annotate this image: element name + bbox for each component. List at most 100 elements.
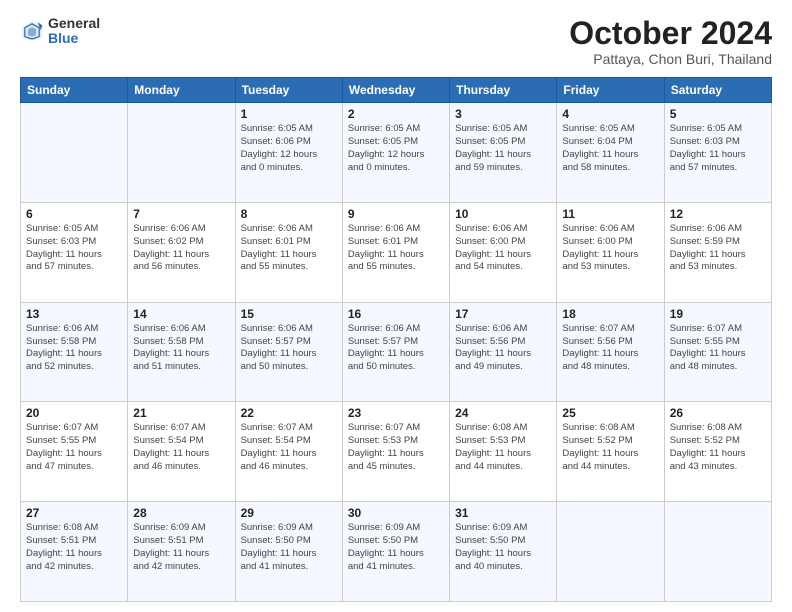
- title-location: Pattaya, Chon Buri, Thailand: [569, 51, 772, 67]
- day-info: Sunrise: 6:06 AM Sunset: 5:57 PM Dayligh…: [348, 323, 444, 374]
- day-info: Sunrise: 6:06 AM Sunset: 5:58 PM Dayligh…: [133, 323, 229, 374]
- day-number: 24: [455, 406, 551, 420]
- day-info: Sunrise: 6:07 AM Sunset: 5:54 PM Dayligh…: [241, 422, 337, 473]
- page: General Blue October 2024 Pattaya, Chon …: [0, 0, 792, 612]
- logo-icon: [20, 19, 44, 43]
- day-cell-3-1: 13Sunrise: 6:06 AM Sunset: 5:58 PM Dayli…: [21, 302, 128, 402]
- col-thursday: Thursday: [450, 78, 557, 103]
- day-cell-4-3: 22 Sunrise: 6:07 AM Sunset: 5:54 PM Dayli…: [235, 402, 342, 502]
- day-number: 17: [455, 307, 551, 321]
- day-number: 7: [133, 207, 229, 221]
- day-info: Sunrise: 6:05 AM Sunset: 6:03 PM Dayligh…: [670, 123, 766, 174]
- day-info: Sunrise: 6:07 AM Sunset: 5:55 PM Dayligh…: [670, 323, 766, 374]
- day-number: 11: [562, 207, 658, 221]
- day-cell-3-7: 19 Sunrise: 6:07 AM Sunset: 5:55 PM Dayli…: [664, 302, 771, 402]
- day-cell-5-1: 27 Sunrise: 6:08 AM Sunset: 5:51 PM Dayli…: [21, 502, 128, 602]
- day-cell-2-6: 11Sunrise: 6:06 AM Sunset: 6:00 PM Dayli…: [557, 202, 664, 302]
- day-info: Sunrise: 6:06 AM Sunset: 5:57 PM Dayligh…: [241, 323, 337, 374]
- col-friday: Friday: [557, 78, 664, 103]
- day-number: 12: [670, 207, 766, 221]
- day-cell-2-4: 9Sunrise: 6:06 AM Sunset: 6:01 PM Daylig…: [342, 202, 449, 302]
- day-number: 5: [670, 107, 766, 121]
- day-cell-3-3: 15 Sunrise: 6:06 AM Sunset: 5:57 PM Dayli…: [235, 302, 342, 402]
- day-info: Sunrise: 6:05 AM Sunset: 6:04 PM Dayligh…: [562, 123, 658, 174]
- logo-general-text: General: [48, 16, 100, 31]
- day-info: Sunrise: 6:05 AM Sunset: 6:05 PM Dayligh…: [348, 123, 444, 174]
- day-info: Sunrise: 6:09 AM Sunset: 5:50 PM Dayligh…: [241, 522, 337, 573]
- day-info: Sunrise: 6:07 AM Sunset: 5:53 PM Dayligh…: [348, 422, 444, 473]
- logo: General Blue: [20, 16, 100, 47]
- day-number: 30: [348, 506, 444, 520]
- day-info: Sunrise: 6:06 AM Sunset: 6:01 PM Dayligh…: [348, 223, 444, 274]
- day-number: 22: [241, 406, 337, 420]
- day-cell-3-4: 16 Sunrise: 6:06 AM Sunset: 5:57 PM Dayli…: [342, 302, 449, 402]
- header: General Blue October 2024 Pattaya, Chon …: [20, 16, 772, 67]
- day-number: 28: [133, 506, 229, 520]
- day-info: Sunrise: 6:07 AM Sunset: 5:54 PM Dayligh…: [133, 422, 229, 473]
- day-info: Sunrise: 6:07 AM Sunset: 5:56 PM Dayligh…: [562, 323, 658, 374]
- day-number: 2: [348, 107, 444, 121]
- day-info: Sunrise: 6:05 AM Sunset: 6:06 PM Dayligh…: [241, 123, 337, 174]
- col-wednesday: Wednesday: [342, 78, 449, 103]
- day-info: Sunrise: 6:05 AM Sunset: 6:05 PM Dayligh…: [455, 123, 551, 174]
- day-cell-5-6: [557, 502, 664, 602]
- logo-blue-text: Blue: [48, 31, 100, 46]
- col-saturday: Saturday: [664, 78, 771, 103]
- day-cell-1-7: 5 Sunrise: 6:05 AM Sunset: 6:03 PM Daylig…: [664, 103, 771, 203]
- day-info: Sunrise: 6:09 AM Sunset: 5:50 PM Dayligh…: [348, 522, 444, 573]
- day-number: 1: [241, 107, 337, 121]
- day-info: Sunrise: 6:07 AM Sunset: 5:55 PM Dayligh…: [26, 422, 122, 473]
- day-cell-2-1: 6Sunrise: 6:05 AM Sunset: 6:03 PM Daylig…: [21, 202, 128, 302]
- day-number: 3: [455, 107, 551, 121]
- logo-text: General Blue: [48, 16, 100, 47]
- title-block: October 2024 Pattaya, Chon Buri, Thailan…: [569, 16, 772, 67]
- day-number: 25: [562, 406, 658, 420]
- day-cell-3-5: 17 Sunrise: 6:06 AM Sunset: 5:56 PM Dayli…: [450, 302, 557, 402]
- day-cell-1-5: 3 Sunrise: 6:05 AM Sunset: 6:05 PM Daylig…: [450, 103, 557, 203]
- day-info: Sunrise: 6:08 AM Sunset: 5:52 PM Dayligh…: [562, 422, 658, 473]
- day-cell-2-7: 12 Sunrise: 6:06 AM Sunset: 5:59 PM Dayli…: [664, 202, 771, 302]
- day-info: Sunrise: 6:08 AM Sunset: 5:51 PM Dayligh…: [26, 522, 122, 573]
- day-cell-5-5: 31Sunrise: 6:09 AM Sunset: 5:50 PM Dayli…: [450, 502, 557, 602]
- day-number: 23: [348, 406, 444, 420]
- day-cell-4-7: 26 Sunrise: 6:08 AM Sunset: 5:52 PM Dayli…: [664, 402, 771, 502]
- week-row-3: 13Sunrise: 6:06 AM Sunset: 5:58 PM Dayli…: [21, 302, 772, 402]
- title-month: October 2024: [569, 16, 772, 51]
- week-row-5: 27 Sunrise: 6:08 AM Sunset: 5:51 PM Dayli…: [21, 502, 772, 602]
- day-cell-1-4: 2 Sunrise: 6:05 AM Sunset: 6:05 PM Daylig…: [342, 103, 449, 203]
- day-cell-1-3: 1 Sunrise: 6:05 AM Sunset: 6:06 PM Daylig…: [235, 103, 342, 203]
- day-cell-1-6: 4 Sunrise: 6:05 AM Sunset: 6:04 PM Daylig…: [557, 103, 664, 203]
- day-cell-4-5: 24Sunrise: 6:08 AM Sunset: 5:53 PM Dayli…: [450, 402, 557, 502]
- day-number: 21: [133, 406, 229, 420]
- day-cell-4-1: 20 Sunrise: 6:07 AM Sunset: 5:55 PM Dayli…: [21, 402, 128, 502]
- day-number: 16: [348, 307, 444, 321]
- day-info: Sunrise: 6:08 AM Sunset: 5:52 PM Dayligh…: [670, 422, 766, 473]
- week-row-4: 20 Sunrise: 6:07 AM Sunset: 5:55 PM Dayli…: [21, 402, 772, 502]
- day-cell-1-1: [21, 103, 128, 203]
- day-info: Sunrise: 6:05 AM Sunset: 6:03 PM Dayligh…: [26, 223, 122, 274]
- day-number: 15: [241, 307, 337, 321]
- col-monday: Monday: [128, 78, 235, 103]
- day-info: Sunrise: 6:06 AM Sunset: 6:02 PM Dayligh…: [133, 223, 229, 274]
- day-number: 20: [26, 406, 122, 420]
- day-number: 26: [670, 406, 766, 420]
- calendar-header-row: Sunday Monday Tuesday Wednesday Thursday…: [21, 78, 772, 103]
- day-number: 19: [670, 307, 766, 321]
- day-number: 14: [133, 307, 229, 321]
- day-cell-3-6: 18Sunrise: 6:07 AM Sunset: 5:56 PM Dayli…: [557, 302, 664, 402]
- day-number: 27: [26, 506, 122, 520]
- day-cell-5-4: 30 Sunrise: 6:09 AM Sunset: 5:50 PM Dayli…: [342, 502, 449, 602]
- day-info: Sunrise: 6:06 AM Sunset: 5:59 PM Dayligh…: [670, 223, 766, 274]
- day-info: Sunrise: 6:06 AM Sunset: 6:01 PM Dayligh…: [241, 223, 337, 274]
- day-cell-2-2: 7 Sunrise: 6:06 AM Sunset: 6:02 PM Daylig…: [128, 202, 235, 302]
- col-tuesday: Tuesday: [235, 78, 342, 103]
- day-cell-1-2: [128, 103, 235, 203]
- day-number: 4: [562, 107, 658, 121]
- day-cell-5-2: 28Sunrise: 6:09 AM Sunset: 5:51 PM Dayli…: [128, 502, 235, 602]
- day-info: Sunrise: 6:06 AM Sunset: 5:56 PM Dayligh…: [455, 323, 551, 374]
- day-cell-5-7: [664, 502, 771, 602]
- day-number: 31: [455, 506, 551, 520]
- day-cell-3-2: 14 Sunrise: 6:06 AM Sunset: 5:58 PM Dayli…: [128, 302, 235, 402]
- day-number: 29: [241, 506, 337, 520]
- day-cell-4-2: 21 Sunrise: 6:07 AM Sunset: 5:54 PM Dayli…: [128, 402, 235, 502]
